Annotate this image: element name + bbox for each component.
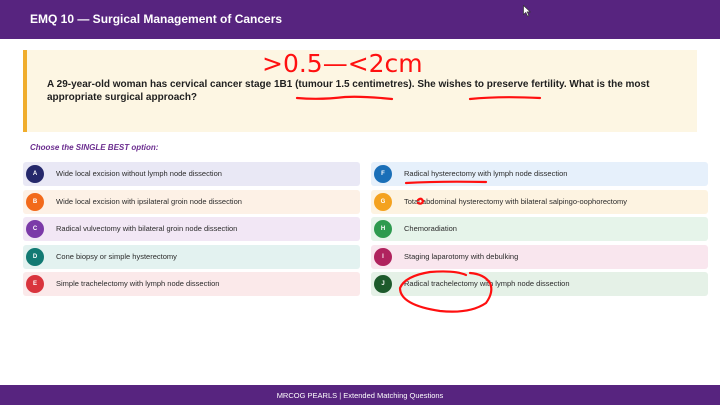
option-c[interactable]: C Radical vulvectomy with bilateral groi…	[23, 217, 360, 241]
option-d[interactable]: D Cone biopsy or simple hysterectomy	[23, 245, 360, 269]
option-letter-badge: B	[26, 193, 44, 211]
option-j[interactable]: J Radical trachelectomy with lymph node …	[371, 272, 708, 296]
option-letter-badge: C	[26, 220, 44, 238]
option-label: Total abdominal hysterectomy with bilate…	[404, 197, 628, 206]
option-label: Wide local excision with ipsilateral gro…	[56, 197, 242, 206]
option-letter-badge: E	[26, 275, 44, 293]
option-label: Radical trachelectomy with lymph node di…	[404, 279, 570, 288]
footer-text: MRCOG PEARLS | Extended Matching Questio…	[276, 391, 444, 400]
option-label: Radical vulvectomy with bilateral groin …	[56, 224, 238, 233]
option-a[interactable]: A Wide local excision without lymph node…	[23, 162, 360, 186]
option-letter-badge: G	[374, 193, 392, 211]
option-i[interactable]: I Staging laparotomy with debulking	[371, 245, 708, 269]
option-label: Radical hysterectomy with lymph node dis…	[404, 169, 568, 178]
mouse-cursor-icon	[523, 5, 531, 17]
option-label: Staging laparotomy with debulking	[404, 252, 519, 261]
option-label: Chemoradiation	[404, 224, 457, 233]
option-label: Simple trachelectomy with lymph node dis…	[56, 279, 220, 288]
option-letter-badge: D	[26, 248, 44, 266]
page-title: EMQ 10 — Surgical Management of Cancers	[30, 12, 283, 26]
option-b[interactable]: B Wide local excision with ipsilateral g…	[23, 190, 360, 214]
option-label: Wide local excision without lymph node d…	[56, 169, 222, 178]
footer-bar: MRCOG PEARLS | Extended Matching Questio…	[0, 385, 720, 405]
option-letter-badge: H	[374, 220, 392, 238]
option-letter-badge: A	[26, 165, 44, 183]
option-g[interactable]: G Total abdominal hysterectomy with bila…	[371, 190, 708, 214]
header-bar: EMQ 10 — Surgical Management of Cancers	[0, 0, 720, 39]
option-label: Cone biopsy or simple hysterectomy	[56, 252, 177, 261]
option-letter-badge: F	[374, 165, 392, 183]
question-stem: A 29-year-old woman has cervical cancer …	[47, 79, 650, 103]
option-h[interactable]: H Chemoradiation	[371, 217, 708, 241]
question-card: A 29-year-old woman has cervical cancer …	[23, 50, 697, 132]
option-f[interactable]: F Radical hysterectomy with lymph node d…	[371, 162, 708, 186]
instruction-text: Choose the SINGLE BEST option:	[30, 143, 159, 152]
option-letter-badge: J	[374, 275, 392, 293]
option-e[interactable]: E Simple trachelectomy with lymph node d…	[23, 272, 360, 296]
option-letter-badge: I	[374, 248, 392, 266]
